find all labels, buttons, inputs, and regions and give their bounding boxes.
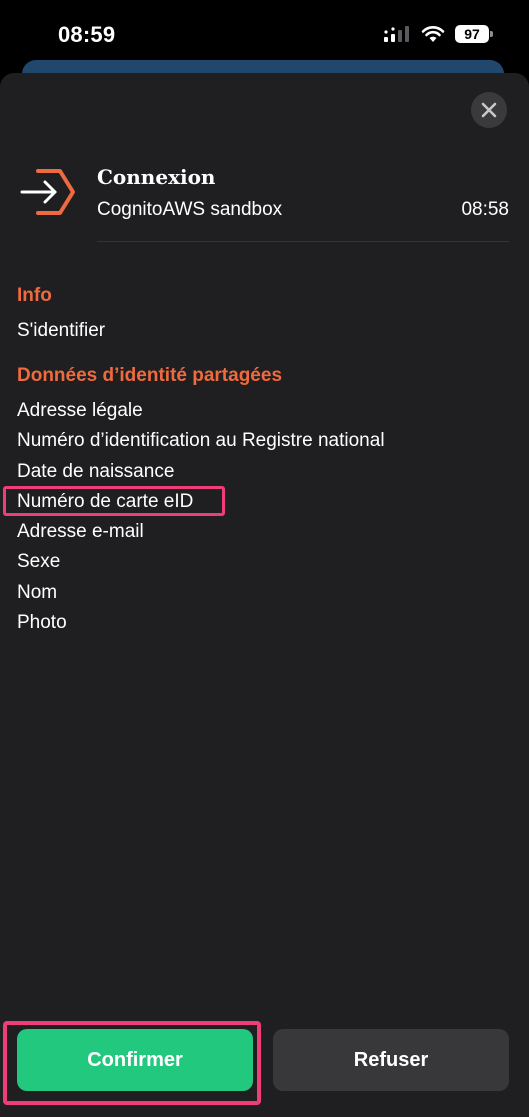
divider [97, 241, 509, 242]
eid-item-highlight [3, 486, 225, 516]
list-item: Nom [17, 581, 58, 603]
confirm-button[interactable]: Confirmer [17, 1029, 253, 1091]
status-time: 08:59 [58, 22, 116, 47]
battery-icon: 97 [455, 25, 493, 43]
wifi-icon [421, 26, 445, 42]
list-item: Adresse e-mail [17, 521, 144, 543]
close-icon [481, 102, 497, 118]
request-time: 08:58 [461, 199, 509, 220]
list-item: Sexe [17, 551, 61, 573]
shared-data-heading: Données d’identité partagées [17, 365, 283, 386]
list-item: Photo [17, 612, 67, 634]
sheet-title: Connexion [97, 165, 216, 189]
info-text: S'identifier [17, 320, 106, 341]
list-item: Numéro d’identification au Registre nati… [17, 430, 385, 452]
list-item: Adresse légale [17, 400, 143, 421]
refuse-button[interactable]: Refuser [273, 1029, 509, 1091]
status-bar: 08:59 97 [0, 0, 529, 68]
shared-data-list: Adresse légale Numéro d’identification a… [17, 399, 385, 641]
login-arrow-hexagon-icon [20, 169, 75, 215]
status-icons: 97 [383, 22, 493, 46]
service-name: CognitoAWS sandbox [97, 199, 283, 220]
close-button[interactable] [471, 92, 507, 128]
cellular-signal-icon [384, 26, 409, 42]
info-heading: Info [17, 285, 52, 306]
